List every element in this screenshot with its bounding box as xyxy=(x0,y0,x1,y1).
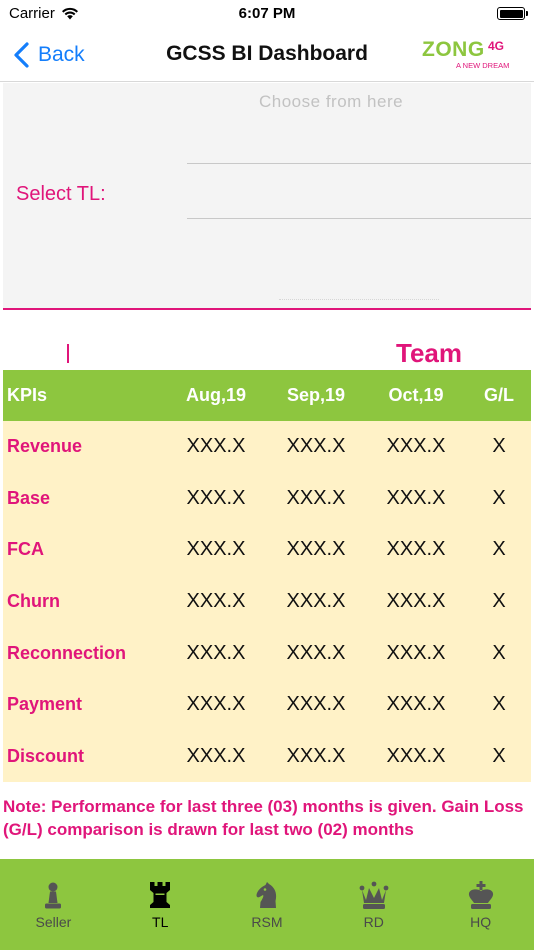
value-aug: XXX.X xyxy=(186,435,246,458)
value-gl: X xyxy=(492,538,506,561)
table-row: Reconnection XXX.X XXX.X XXX.X X xyxy=(3,627,531,679)
value-gl: X xyxy=(492,589,506,612)
value-gl: X xyxy=(492,486,506,509)
kpi-table: KPIs Aug,19 Sep,19 Oct,19 G/L Revenue XX… xyxy=(3,370,531,782)
kpi-name: Reconnection xyxy=(7,642,127,663)
value-oct: XXX.X xyxy=(386,486,446,509)
value-oct: XXX.X xyxy=(386,538,446,561)
svg-text:4G: 4G xyxy=(488,39,504,53)
kpi-name: FCA xyxy=(7,539,44,560)
tab-label: TL xyxy=(152,914,169,930)
status-time: 6:07 PM xyxy=(238,5,296,22)
table-row: Churn XXX.X XXX.X XXX.X X xyxy=(3,576,531,628)
header-sep: Sep,19 xyxy=(286,385,346,405)
value-oct: XXX.X xyxy=(386,693,446,716)
tab-label: Seller xyxy=(35,914,72,930)
status-bar: Carrier 6:07 PM xyxy=(0,0,534,30)
value-sep: XXX.X xyxy=(286,486,346,509)
value-sep: XXX.X xyxy=(286,538,346,561)
value-sep: XXX.X xyxy=(286,435,346,458)
kpi-name: Revenue xyxy=(7,436,83,457)
table-row: Base XXX.X XXX.X XXX.X X xyxy=(3,473,531,525)
zong-logo: ZONG 4G A NEW DREAM xyxy=(422,38,509,70)
kpi-name: Discount xyxy=(7,745,85,766)
table-row: Payment XXX.X XXX.X XXX.X X xyxy=(3,679,531,731)
chess-knight-icon xyxy=(256,882,277,908)
value-aug: XXX.X xyxy=(186,486,246,509)
kpi-name: Payment xyxy=(7,694,83,715)
table-header: KPIs Aug,19 Sep,19 Oct,19 G/L xyxy=(3,370,531,421)
footnote: Note: Performance for last three (03) mo… xyxy=(3,797,524,839)
value-oct: XXX.X xyxy=(386,435,446,458)
svg-text:ZONG: ZONG xyxy=(422,38,485,61)
header-kpis: KPIs xyxy=(7,385,48,405)
chess-king-icon xyxy=(468,881,493,909)
table-body: Revenue XXX.X XXX.X XXX.X X Base XXX.X X… xyxy=(3,421,531,782)
battery-icon xyxy=(497,7,528,20)
navigation-bar: Back GCSS BI Dashboard ZONG 4G A NEW DRE… xyxy=(0,30,534,82)
picker-placeholder[interactable]: Choose from here xyxy=(259,92,403,112)
tab-rsm[interactable]: RSM xyxy=(214,859,321,950)
picker-faint-row xyxy=(279,299,439,301)
value-sep: XXX.X xyxy=(286,641,346,664)
tab-label: RD xyxy=(363,914,384,930)
tl-selector-panel: Choose from here Select TL: xyxy=(3,83,531,310)
tab-label: RSM xyxy=(251,914,283,930)
value-oct: XXX.X xyxy=(386,744,446,767)
chess-queen-icon xyxy=(359,881,389,909)
header-oct: Oct,19 xyxy=(388,385,444,405)
text-cursor xyxy=(67,344,69,363)
tab-tl[interactable]: TL xyxy=(107,859,214,950)
picker-selection-line-top xyxy=(187,163,531,164)
value-gl: X xyxy=(492,693,506,716)
chess-pawn-icon xyxy=(45,882,62,909)
value-aug: XXX.X xyxy=(186,641,246,664)
value-gl: X xyxy=(492,641,506,664)
value-gl: X xyxy=(492,744,506,767)
value-gl: X xyxy=(492,435,506,458)
section-title: Team xyxy=(396,338,462,368)
select-tl-label: Select TL: xyxy=(16,183,106,205)
tab-seller[interactable]: Seller xyxy=(0,859,107,950)
tab-label: HQ xyxy=(470,914,492,930)
value-oct: XXX.X xyxy=(386,589,446,612)
picker-selection-line-bottom xyxy=(187,218,531,219)
value-aug: XXX.X xyxy=(186,693,246,716)
header-aug: Aug,19 xyxy=(185,385,246,405)
svg-text:A NEW DREAM: A NEW DREAM xyxy=(456,61,509,70)
value-aug: XXX.X xyxy=(186,589,246,612)
chess-rook-icon xyxy=(150,882,171,908)
table-row: Discount XXX.X XXX.X XXX.X X xyxy=(3,730,531,782)
value-sep: XXX.X xyxy=(286,693,346,716)
table-row: FCA XXX.X XXX.X XXX.X X xyxy=(3,524,531,576)
header-gl: G/L xyxy=(484,385,514,405)
value-oct: XXX.X xyxy=(386,641,446,664)
table-row: Revenue XXX.X XXX.X XXX.X X xyxy=(3,421,531,473)
value-aug: XXX.X xyxy=(186,744,246,767)
kpi-name: Churn xyxy=(7,590,60,611)
value-sep: XXX.X xyxy=(286,744,346,767)
value-sep: XXX.X xyxy=(286,589,346,612)
value-aug: XXX.X xyxy=(186,538,246,561)
tab-bar: Seller TL RSM RD HQ xyxy=(0,859,534,950)
tab-hq[interactable]: HQ xyxy=(427,859,534,950)
tab-rd[interactable]: RD xyxy=(320,859,427,950)
kpi-name: Base xyxy=(7,487,51,508)
